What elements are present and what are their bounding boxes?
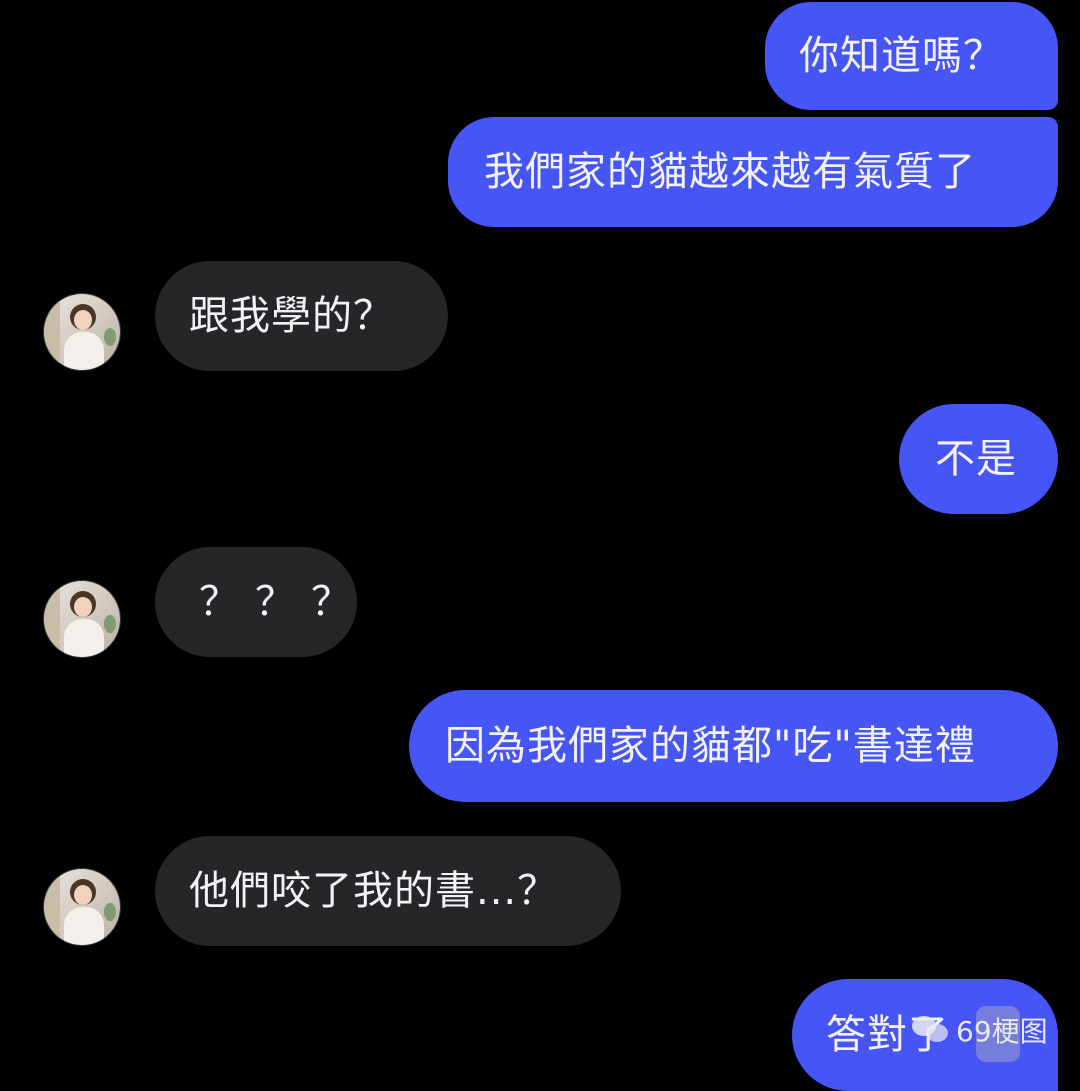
message-text: ？？？ xyxy=(199,579,367,625)
outgoing-message-bubble[interactable]: 因為我們家的貓都"吃"書達禮 xyxy=(409,690,1058,802)
outgoing-message-bubble[interactable]: 不是 xyxy=(899,404,1058,514)
watermark-text: 69梗图 xyxy=(956,1015,1048,1048)
message-text: 我們家的貓越來越有氣質了 xyxy=(484,149,976,195)
outgoing-message-bubble[interactable]: 你知道嗎？ xyxy=(765,2,1058,110)
friend-avatar[interactable] xyxy=(44,581,120,657)
watermark: 69梗图 xyxy=(912,1010,1048,1050)
chat-thread: 你知道嗎？ 我們家的貓越來越有氣質了 跟我學的？ 不是 ？？？ 因為我們家的貓都… xyxy=(0,0,1080,1091)
incoming-message-bubble[interactable]: ？？？ xyxy=(155,547,357,657)
wechat-icon xyxy=(912,1014,950,1046)
message-text: 不是 xyxy=(935,436,1017,482)
friend-avatar[interactable] xyxy=(44,869,120,945)
message-text: 因為我們家的貓都"吃"書達禮 xyxy=(445,723,976,769)
message-text: 跟我學的？ xyxy=(189,293,394,339)
incoming-message-bubble[interactable]: 跟我學的？ xyxy=(155,261,448,371)
message-text: 他們咬了我的書...？ xyxy=(189,868,559,914)
incoming-message-bubble[interactable]: 他們咬了我的書...？ xyxy=(155,836,621,946)
message-text: 你知道嗎？ xyxy=(799,33,1004,79)
outgoing-message-bubble[interactable]: 我們家的貓越來越有氣質了 xyxy=(448,117,1058,227)
friend-avatar[interactable] xyxy=(44,294,120,370)
